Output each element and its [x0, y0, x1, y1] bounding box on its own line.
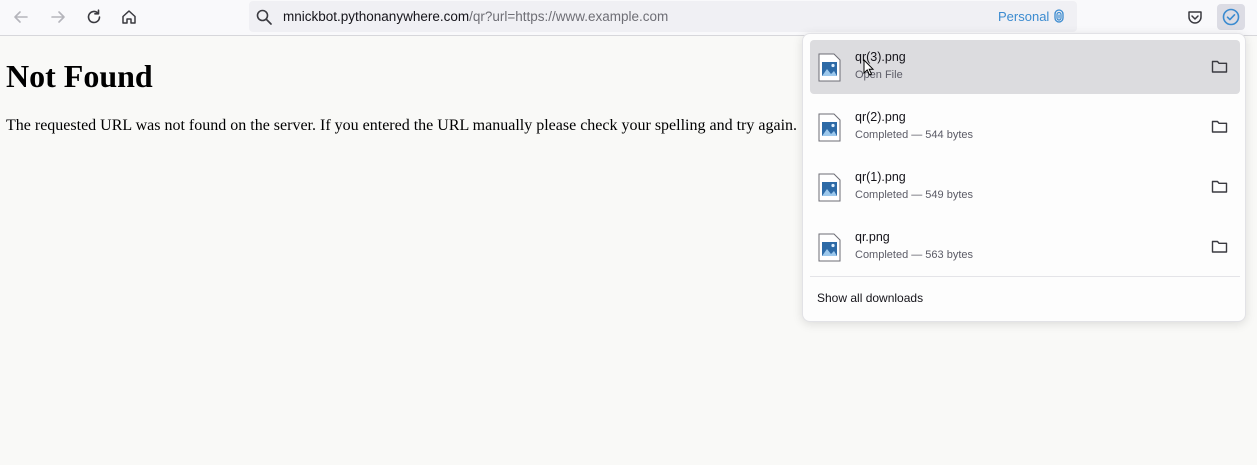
folder-icon — [1211, 180, 1227, 193]
image-file-icon — [818, 173, 841, 202]
url-text[interactable]: mnickbot.pythonanywhere.com/qr?url=https… — [283, 9, 668, 24]
download-item[interactable]: qr.png Completed — 563 bytes — [810, 220, 1240, 274]
file-status: Completed — 549 bytes — [855, 189, 974, 201]
container-label[interactable]: Personal — [998, 9, 1049, 24]
open-folder-button[interactable] — [1209, 237, 1229, 255]
forward-button[interactable] — [44, 4, 72, 30]
url-path: /qr?url=https://www.example.com — [469, 9, 669, 24]
download-item[interactable]: qr(2).png Completed — 544 bytes — [810, 100, 1240, 154]
image-file-icon — [818, 113, 841, 142]
arrow-left-icon — [14, 11, 28, 23]
image-file-icon — [818, 233, 841, 262]
divider — [810, 276, 1240, 277]
page-title: Not Found — [6, 58, 153, 94]
arrow-right-icon — [51, 11, 65, 23]
browser-toolbar: mnickbot.pythonanywhere.com/qr?url=https… — [0, 0, 1257, 36]
reload-icon — [87, 9, 101, 24]
file-name: qr(2).png — [855, 110, 906, 124]
back-button[interactable] — [7, 4, 35, 30]
folder-icon — [1211, 240, 1227, 253]
downloads-button[interactable] — [1217, 4, 1245, 30]
reload-button[interactable] — [80, 4, 108, 30]
address-bar[interactable]: mnickbot.pythonanywhere.com/qr?url=https… — [249, 1, 1077, 32]
file-name: qr.png — [855, 230, 890, 244]
file-status: Completed — 563 bytes — [855, 249, 974, 261]
image-file-icon — [818, 53, 841, 82]
download-item[interactable]: qr(1).png Completed — 549 bytes — [810, 160, 1240, 214]
url-host: mnickbot.pythonanywhere.com — [283, 9, 470, 24]
folder-icon — [1211, 60, 1227, 73]
home-button[interactable] — [115, 4, 143, 30]
file-name: qr(1).png — [855, 170, 906, 184]
pocket-icon — [1188, 11, 1202, 24]
open-folder-button[interactable] — [1209, 57, 1229, 75]
folder-icon — [1211, 120, 1227, 133]
home-icon — [122, 10, 136, 24]
pocket-button[interactable] — [1181, 4, 1209, 30]
open-folder-button[interactable] — [1209, 177, 1229, 195]
download-complete-icon — [1222, 8, 1240, 26]
open-folder-button[interactable] — [1209, 117, 1229, 135]
search-icon — [256, 9, 272, 25]
mouse-cursor-icon — [863, 59, 875, 76]
show-all-downloads-button[interactable]: Show all downloads — [817, 291, 923, 305]
error-message: The requested URL was not found on the s… — [6, 117, 798, 134]
fingerprint-icon — [1054, 9, 1064, 23]
file-status: Completed — 544 bytes — [855, 129, 974, 141]
